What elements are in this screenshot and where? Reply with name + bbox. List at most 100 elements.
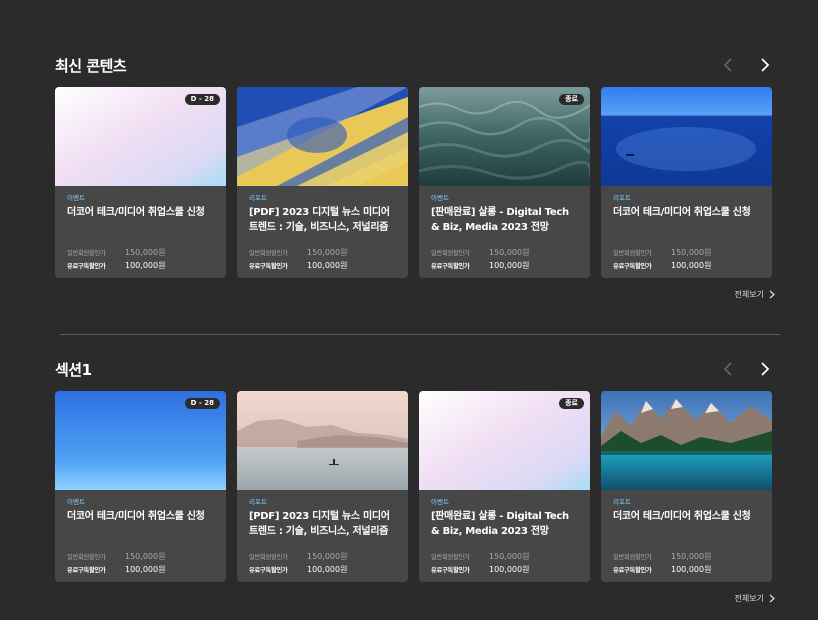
price-label: 유료구독할인가 xyxy=(67,263,106,270)
subscriber-price-row: 유료구독할인가 100,000원 xyxy=(613,563,760,576)
card-category: 이벤트 xyxy=(67,498,85,506)
content-card[interactable]: 종료 이벤트 [판매완료] 살롱 - Digital Tech & Biz, M… xyxy=(419,391,590,582)
price-value: 100,000원 xyxy=(489,565,530,574)
thumbnail-blue-yellow-abstract xyxy=(237,87,408,186)
thumbnail-mountain-lake xyxy=(601,391,772,490)
price-value: 150,000원 xyxy=(671,248,712,257)
section-divider xyxy=(60,334,780,335)
card-title: [판매완료] 살롱 - Digital Tech & Biz, Media 20… xyxy=(431,207,569,233)
card-title: 더코어 테크/미디어 취업스쿨 신청 xyxy=(67,511,205,522)
view-all-link[interactable]: 전체보기 xyxy=(735,289,775,300)
content-card[interactable]: 리포트 더코어 테크/미디어 취업스쿨 신청 일반회원할인가 150,000원 … xyxy=(601,391,772,582)
card-list: D - 28 이벤트 더코어 테크/미디어 취업스쿨 신청 일반회원할인가 15… xyxy=(55,391,772,582)
card-title: 더코어 테크/미디어 취업스쿨 신청 xyxy=(613,511,751,522)
subscriber-price-row: 유료구독할인가 100,000원 xyxy=(613,259,760,272)
price-value: 150,000원 xyxy=(307,552,348,561)
chevron-right-icon xyxy=(761,58,770,72)
price-value: 150,000원 xyxy=(671,552,712,561)
price-value: 100,000원 xyxy=(489,261,530,270)
general-price-row: 일반회원할인가 150,000원 xyxy=(613,550,760,563)
price-label: 일반회원할인가 xyxy=(67,554,106,561)
price-label: 유료구독할인가 xyxy=(249,263,288,270)
chevron-left-icon xyxy=(723,362,732,376)
price-value: 150,000원 xyxy=(125,552,166,561)
next-button[interactable] xyxy=(757,360,773,378)
general-price-row: 일반회원할인가 150,000원 xyxy=(249,246,396,259)
section-title: 최신 콘텐츠 xyxy=(55,57,127,75)
price-value: 100,000원 xyxy=(125,565,166,574)
status-badge: 종료 xyxy=(559,398,584,409)
thumbnail-pastel-gradient: 종료 xyxy=(419,391,590,490)
view-all-label: 전체보기 xyxy=(734,594,764,603)
prev-button[interactable] xyxy=(721,56,737,74)
card-category: 리포트 xyxy=(613,194,631,202)
price-value: 100,000원 xyxy=(125,261,166,270)
thumbnail-blue-sky: D - 28 xyxy=(55,391,226,490)
price-value: 150,000원 xyxy=(489,248,530,257)
price-label: 일반회원할인가 xyxy=(431,554,470,561)
thumbnail-blue-sea xyxy=(601,87,772,186)
price-value: 100,000원 xyxy=(307,565,348,574)
subscriber-price-row: 유료구독할인가 100,000원 xyxy=(249,563,396,576)
card-category: 이벤트 xyxy=(431,498,449,506)
price-label: 유료구독할인가 xyxy=(67,567,106,574)
card-title: [판매완료] 살롱 - Digital Tech & Biz, Media 20… xyxy=(431,511,569,537)
content-card[interactable]: 리포트 [PDF] 2023 디지털 뉴스 미디어 트렌드 : 기술, 비즈니스… xyxy=(237,391,408,582)
card-category: 리포트 xyxy=(249,194,267,202)
card-category: 리포트 xyxy=(613,498,631,506)
content-card[interactable]: 종료 이벤트 [판매완료] 살롱 - Digital Tech & Biz, M… xyxy=(419,87,590,278)
card-category: 리포트 xyxy=(249,498,267,506)
price-label: 일반회원할인가 xyxy=(249,250,288,257)
price-label: 일반회원할인가 xyxy=(431,250,470,257)
thumbnail-pastel-gradient: D - 28 xyxy=(55,87,226,186)
content-card[interactable]: D - 28 이벤트 더코어 테크/미디어 취업스쿨 신청 일반회원할인가 15… xyxy=(55,391,226,582)
d-day-badge: D - 28 xyxy=(184,94,220,105)
price-label: 유료구독할인가 xyxy=(431,263,470,270)
subscriber-price-row: 유료구독할인가 100,000원 xyxy=(249,259,396,272)
subscriber-price-row: 유료구독할인가 100,000원 xyxy=(431,259,578,272)
price-label: 일반회원할인가 xyxy=(67,250,106,257)
card-title: [PDF] 2023 디지털 뉴스 미디어 트렌드 : 기술, 비즈니스, 저널… xyxy=(249,511,390,537)
d-day-badge: D - 28 xyxy=(184,398,220,409)
content-card[interactable]: 리포트 더코어 테크/미디어 취업스쿨 신청 일반회원할인가 150,000원 … xyxy=(601,87,772,278)
card-category: 이벤트 xyxy=(67,194,85,202)
price-value: 150,000원 xyxy=(489,552,530,561)
next-button[interactable] xyxy=(757,56,773,74)
price-value: 150,000원 xyxy=(307,248,348,257)
card-category: 이벤트 xyxy=(431,194,449,202)
section-title: 섹션1 xyxy=(55,361,92,379)
view-all-label: 전체보기 xyxy=(734,290,764,299)
prev-button[interactable] xyxy=(721,360,737,378)
price-value: 100,000원 xyxy=(671,565,712,574)
price-value: 100,000원 xyxy=(307,261,348,270)
content-card[interactable]: 리포트 [PDF] 2023 디지털 뉴스 미디어 트렌드 : 기술, 비즈니스… xyxy=(237,87,408,278)
card-list: D - 28 이벤트 더코어 테크/미디어 취업스쿨 신청 일반회원할인가 15… xyxy=(55,87,772,278)
card-title: [PDF] 2023 디지털 뉴스 미디어 트렌드 : 기술, 비즈니스, 저널… xyxy=(249,207,390,233)
subscriber-price-row: 유료구독할인가 100,000원 xyxy=(431,563,578,576)
subscriber-price-row: 유료구독할인가 100,000원 xyxy=(67,259,214,272)
price-value: 100,000원 xyxy=(671,261,712,270)
general-price-row: 일반회원할인가 150,000원 xyxy=(431,246,578,259)
chevron-left-icon xyxy=(723,58,732,72)
chevron-right-small-icon xyxy=(769,290,775,299)
price-label: 일반회원할인가 xyxy=(613,250,652,257)
chevron-right-icon xyxy=(761,362,770,376)
section-1: 섹션1 D - 28 이벤트 더코어 테크/미디어 취업스쿨 신청 일반회원할인… xyxy=(55,356,775,608)
price-label: 유료구독할인가 xyxy=(431,567,470,574)
general-price-row: 일반회원할인가 150,000원 xyxy=(67,246,214,259)
section-latest-content: 최신 콘텐츠 D - 28 이벤트 더코어 테크/미디어 취업스쿨 신청 일반회… xyxy=(55,52,775,304)
price-label: 유료구독할인가 xyxy=(249,567,288,574)
price-label: 유료구독할인가 xyxy=(613,567,652,574)
general-price-row: 일반회원할인가 150,000원 xyxy=(249,550,396,563)
subscriber-price-row: 유료구독할인가 100,000원 xyxy=(67,563,214,576)
card-title: 더코어 테크/미디어 취업스쿨 신청 xyxy=(613,207,751,218)
price-label: 유료구독할인가 xyxy=(613,263,652,270)
general-price-row: 일반회원할인가 150,000원 xyxy=(67,550,214,563)
view-all-link[interactable]: 전체보기 xyxy=(735,593,775,604)
chevron-right-small-icon xyxy=(769,594,775,603)
price-label: 일반회원할인가 xyxy=(613,554,652,561)
thumbnail-ocean-waves: 종료 xyxy=(419,87,590,186)
content-card[interactable]: D - 28 이벤트 더코어 테크/미디어 취업스쿨 신청 일반회원할인가 15… xyxy=(55,87,226,278)
price-label: 일반회원할인가 xyxy=(249,554,288,561)
price-value: 150,000원 xyxy=(125,248,166,257)
